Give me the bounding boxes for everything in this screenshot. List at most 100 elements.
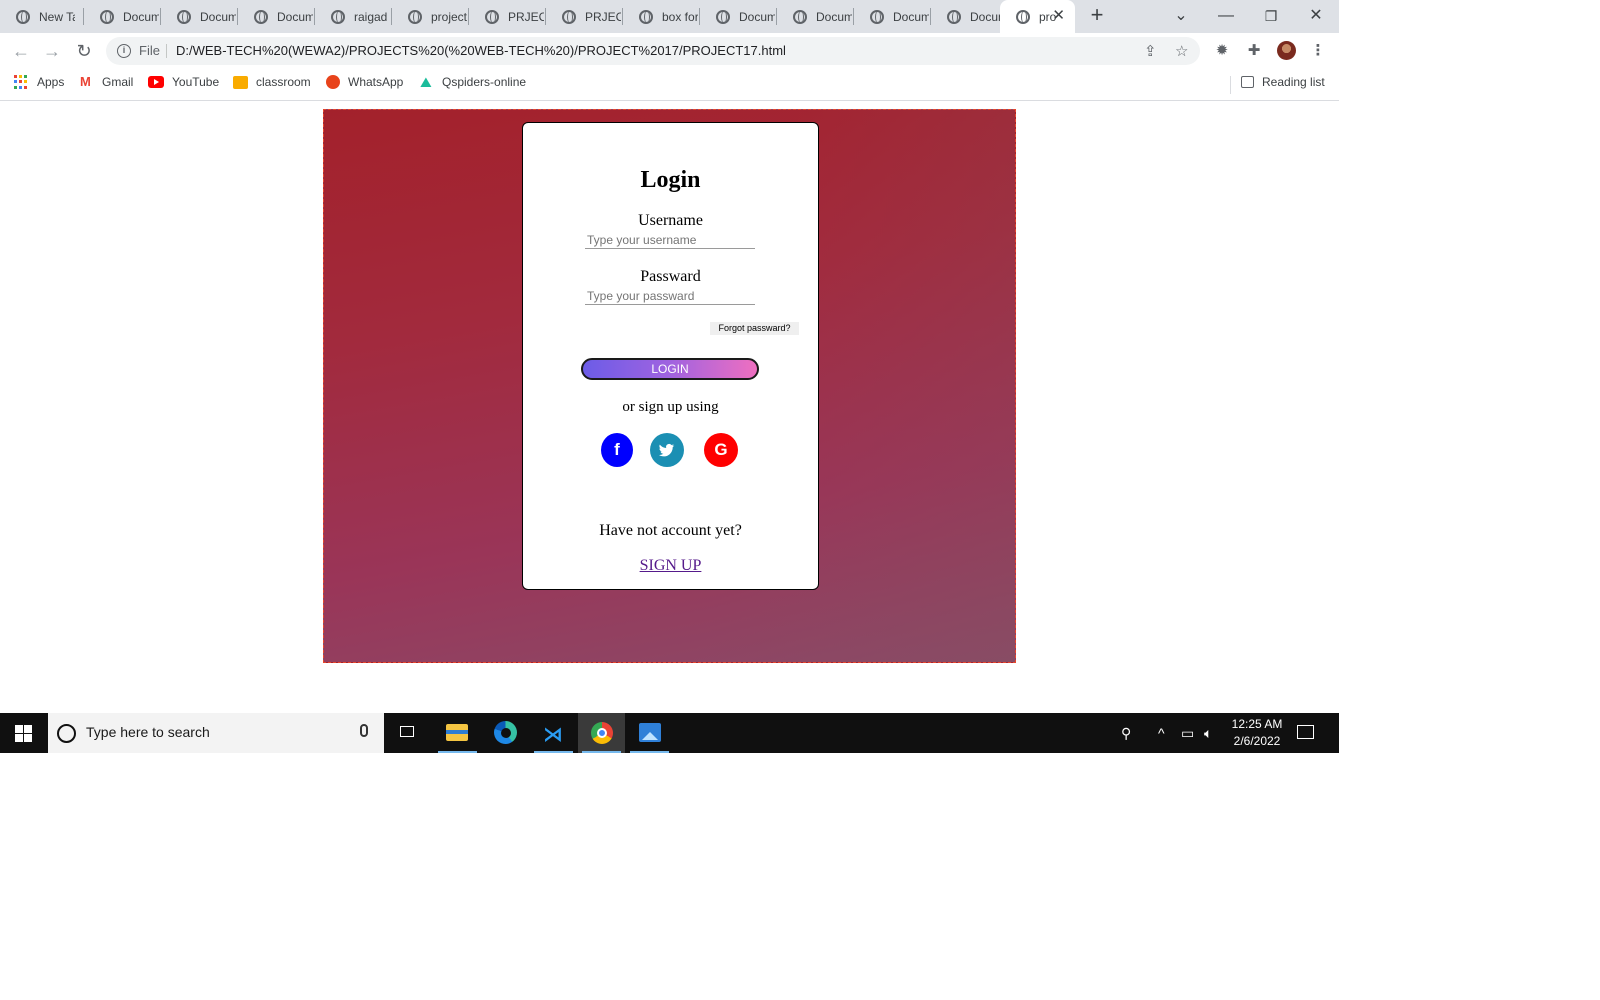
taskbar-clock[interactable]: 12:25 AM 2/6/2022 — [1231, 716, 1283, 750]
browser-window: New Ta Docum Docum Docum raigad project … — [0, 0, 1339, 101]
tab-5[interactable]: raigad — [315, 0, 392, 33]
reload-icon[interactable]: ↻ — [73, 40, 95, 62]
chrome-icon[interactable] — [578, 713, 625, 753]
no-account-text: Have not account yet? — [599, 522, 742, 539]
username-input[interactable] — [585, 231, 755, 249]
reading-list-icon — [1241, 76, 1254, 88]
globe-icon — [716, 9, 730, 24]
restore-icon[interactable]: ❐ — [1260, 6, 1282, 26]
globe-icon — [485, 9, 499, 24]
qspiders-icon: ⛰ — [420, 74, 432, 90]
volume-icon[interactable]: 🔈︎ — [1204, 725, 1212, 742]
tab-10[interactable]: Docum — [700, 0, 777, 33]
apps-grid-icon — [14, 75, 28, 89]
tab-6[interactable]: project — [392, 0, 469, 33]
username-label: Username — [638, 212, 703, 229]
info-icon[interactable]: i — [117, 44, 131, 58]
forgot-password-button[interactable]: Forgot passward? — [710, 322, 799, 335]
menu-kebab-icon[interactable]: ⋮ — [1308, 41, 1328, 61]
tab-12[interactable]: Docum — [854, 0, 931, 33]
tab-2[interactable]: Docum — [84, 0, 161, 33]
extension-bug-icon[interactable]: ✹ — [1212, 41, 1232, 61]
globe-icon — [100, 9, 114, 24]
taskbar-search-box[interactable]: Type here to search — [48, 713, 384, 753]
share-icon[interactable]: ⇪ — [1144, 42, 1157, 60]
bookmark-star-icon[interactable]: ☆ — [1175, 42, 1188, 60]
password-label: Passward — [640, 268, 701, 285]
bookmark-classroom[interactable]: classroom — [233, 75, 311, 89]
bookmark-label: Apps — [37, 75, 65, 89]
bookmark-label: YouTube — [172, 75, 220, 89]
twitter-icon[interactable] — [650, 433, 684, 467]
page-viewport: Login Username Passward Forgot passward?… — [0, 101, 1339, 713]
or-sign-up-text: or sign up using — [622, 399, 719, 415]
tab-1[interactable]: New Ta — [0, 0, 84, 33]
close-window-icon[interactable]: ✕ — [1305, 6, 1327, 26]
globe-icon — [1016, 9, 1030, 24]
minimize-icon[interactable]: — — [1215, 6, 1237, 26]
address-url[interactable]: D:/WEB-TECH%20(WEWA2)/PROJECTS%20(%20WEB… — [176, 43, 786, 58]
tab-active[interactable]: pro ✕ — [1000, 0, 1075, 33]
youtube-icon — [148, 76, 164, 88]
task-view-icon[interactable] — [384, 713, 431, 753]
photos-icon[interactable] — [626, 713, 673, 753]
gmail-icon: M — [80, 74, 91, 89]
edge-icon[interactable] — [482, 713, 529, 753]
vscode-icon[interactable]: ⋊ — [530, 713, 577, 753]
battery-icon[interactable]: ▭ — [1181, 725, 1194, 742]
tab-3[interactable]: Docum — [161, 0, 238, 33]
tab-8[interactable]: PRJECT — [546, 0, 623, 33]
tab-search-chevron-icon[interactable]: ⌄ — [1170, 6, 1192, 26]
globe-icon — [408, 9, 422, 24]
globe-icon — [870, 9, 884, 24]
cortana-icon — [57, 724, 76, 743]
windows-taskbar: Type here to search ⋊ ⚲ ^ ▭ 🔈︎ 12:25 AM … — [0, 713, 1339, 753]
tab-7[interactable]: PRJECT — [469, 0, 546, 33]
bookmark-apps[interactable]: Apps — [14, 75, 64, 89]
browser-toolbar: ← → ↻ i File D:/WEB-TECH%20(WEWA2)/PROJE… — [0, 33, 1339, 69]
file-explorer-icon[interactable] — [434, 713, 481, 753]
address-bar[interactable]: i File D:/WEB-TECH%20(WEWA2)/PROJECTS%20… — [106, 37, 1200, 65]
login-background-panel: Login Username Passward Forgot passward?… — [323, 109, 1016, 663]
bookmark-gmail[interactable]: M Gmail — [80, 74, 134, 90]
forward-arrow-icon[interactable]: → — [41, 40, 63, 62]
chrome-icon — [16, 9, 30, 24]
login-card: Login Username Passward Forgot passward?… — [522, 122, 819, 590]
globe-icon — [793, 9, 807, 24]
login-title: Login — [640, 167, 701, 193]
tab-11[interactable]: Docum — [777, 0, 854, 33]
extensions-puzzle-icon[interactable]: ✚ — [1244, 41, 1264, 61]
tab-strip: New Ta Docum Docum Docum raigad project … — [0, 0, 1339, 33]
tab-close-icon[interactable]: ✕ — [1052, 8, 1065, 24]
tab-4[interactable]: Docum — [238, 0, 315, 33]
notifications-icon[interactable] — [1297, 725, 1314, 739]
tray-chevron-up-icon[interactable]: ^ — [1158, 725, 1165, 741]
globe-icon — [639, 9, 653, 24]
facebook-icon[interactable]: f — [601, 433, 633, 467]
bookmark-qspiders[interactable]: ⛰ Qspiders-online — [420, 75, 526, 89]
password-input[interactable] — [585, 287, 755, 305]
microphone-icon[interactable] — [360, 724, 368, 737]
sign-up-link[interactable]: SIGN UP — [523, 557, 818, 575]
back-arrow-icon[interactable]: ← — [10, 40, 32, 62]
address-scheme-label: File — [139, 43, 160, 58]
bookmark-label: classroom — [256, 75, 311, 89]
whatsapp-icon — [326, 75, 340, 89]
globe-icon — [177, 9, 191, 24]
bookmarks-divider — [1230, 76, 1231, 94]
login-button[interactable]: LOGIN — [581, 358, 759, 380]
bookmark-label: Gmail — [102, 75, 134, 89]
bookmark-whatsapp[interactable]: WhatsApp — [326, 75, 403, 89]
windows-start-icon[interactable] — [15, 725, 32, 742]
reading-list-label: Reading list — [1262, 75, 1325, 89]
people-icon[interactable]: ⚲ — [1121, 725, 1131, 742]
avatar[interactable] — [1277, 41, 1296, 60]
new-tab-button[interactable]: + — [1086, 4, 1108, 28]
globe-icon — [947, 9, 961, 24]
tab-13[interactable]: Docum — [931, 0, 1000, 33]
tab-9[interactable]: box for — [623, 0, 700, 33]
google-icon[interactable]: G — [704, 433, 738, 467]
bookmark-youtube[interactable]: YouTube — [148, 75, 219, 89]
globe-icon — [562, 9, 576, 24]
reading-list-button[interactable]: Reading list — [1241, 75, 1325, 89]
